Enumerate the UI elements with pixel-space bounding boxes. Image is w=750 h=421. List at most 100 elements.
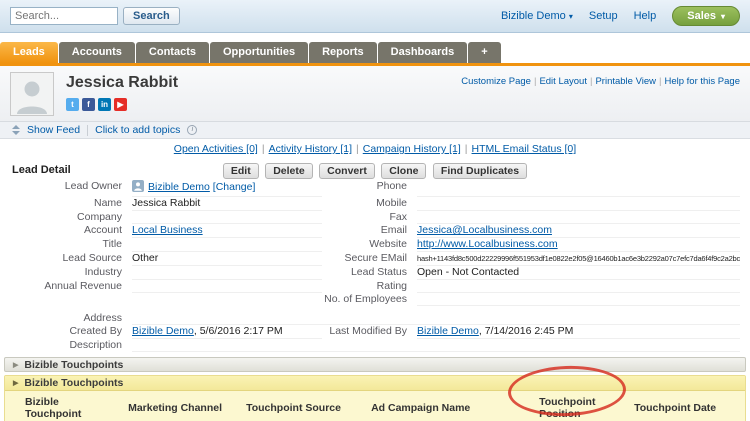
- field-value-website: http://www.Localbusiness.com: [417, 238, 740, 252]
- tab-dashboards[interactable]: Dashboards: [377, 42, 468, 63]
- linkedin-icon[interactable]: in: [98, 98, 111, 111]
- user-avatar-icon: [132, 180, 144, 196]
- field-label-created-by: Created By: [69, 325, 122, 337]
- col-touchpoint-date: Touchpoint Date: [628, 393, 745, 421]
- tab-add[interactable]: +: [468, 42, 501, 63]
- field-value-lead-owner: Bizible Demo [Change]: [132, 180, 322, 197]
- campaign-history-link[interactable]: Campaign History [1]: [363, 143, 461, 155]
- field-value-account: Local Business: [132, 224, 322, 238]
- delete-button[interactable]: Delete: [265, 163, 313, 179]
- app-menu-button[interactable]: Sales ▾: [672, 6, 740, 26]
- field-label-lead-owner: Lead Owner: [64, 180, 122, 192]
- last-modified-by-link[interactable]: Bizible Demo: [417, 325, 479, 337]
- field-row: Industry Lead Status Open - Not Contacte…: [10, 266, 740, 280]
- separator: |: [533, 76, 537, 87]
- related-list-links: Open Activities [0] | Activity History [1]…: [0, 139, 750, 160]
- field-label-lead-status: Lead Status: [350, 266, 407, 278]
- field-label-lead-source: Lead Source: [62, 252, 122, 264]
- twitter-icon[interactable]: t: [66, 98, 79, 111]
- field-value-fax: [417, 211, 740, 224]
- salesforce-lead-page: Search Bizible Demo ▾ Setup Help Sales▾ …: [0, 0, 750, 421]
- field-row: Lead Source Other Secure EMail hash+1143…: [10, 252, 740, 266]
- created-date: , 5/6/2016 2:17 PM: [193, 325, 283, 337]
- tab-accounts[interactable]: Accounts: [58, 42, 135, 63]
- setup-link[interactable]: Setup: [589, 10, 618, 22]
- field-label-company: Company: [77, 211, 122, 223]
- created-by-link[interactable]: Bizible Demo: [132, 325, 194, 337]
- edit-layout-link[interactable]: Edit Layout: [539, 76, 587, 87]
- col-marketing-channel: Marketing Channel: [122, 393, 241, 421]
- tab-leads[interactable]: Leads: [0, 42, 58, 63]
- field-row: Name Jessica Rabbit Mobile: [10, 197, 740, 211]
- field-label-phone: Phone: [376, 180, 407, 192]
- field-value-no-of-employees: [417, 293, 740, 306]
- edit-button[interactable]: Edit: [222, 163, 259, 179]
- avatar: [10, 72, 54, 116]
- customize-page-link[interactable]: Customize Page: [461, 76, 531, 87]
- global-header: Search Bizible Demo ▾ Setup Help Sales ▾: [0, 0, 750, 33]
- col-ad-campaign-name: Ad Campaign Name: [365, 393, 534, 421]
- person-silhouette-icon: [11, 73, 53, 115]
- clone-button[interactable]: Clone: [381, 163, 427, 179]
- field-row: Lead Owner Bizible Demo [Change] Phone: [10, 180, 740, 197]
- social-icons: t f in ▶: [66, 98, 178, 111]
- change-owner-link[interactable]: [Change]: [213, 181, 256, 193]
- facebook-icon[interactable]: f: [82, 98, 95, 111]
- touchpoints-table: Bizible Touchpoint Marketing Channel Tou…: [5, 393, 745, 421]
- separator: |: [356, 143, 359, 155]
- field-label-description: Description: [69, 339, 122, 351]
- search-button[interactable]: Search: [123, 7, 180, 25]
- tab-reports[interactable]: Reports: [309, 42, 377, 63]
- help-for-page-link[interactable]: Help for this Page: [664, 76, 740, 87]
- field-row: Annual Revenue Rating: [10, 280, 740, 293]
- field-label-address: Address: [83, 312, 122, 324]
- field-row: Title Website http://www.Localbusiness.c…: [10, 238, 740, 252]
- table-header-row: Bizible Touchpoint Marketing Channel Tou…: [5, 393, 745, 421]
- global-search: Search: [10, 7, 180, 25]
- section-bizible-touchpoints[interactable]: ▶ Bizible Touchpoints: [5, 376, 745, 391]
- field-value-email: Jessica@Localbusiness.com: [417, 224, 740, 238]
- field-value-rating: [417, 280, 740, 293]
- page-tools: Customize Page | Edit Layout | Printable Vie…: [461, 76, 740, 87]
- field-label-blank: [10, 293, 132, 306]
- add-topics-link[interactable]: Click to add topics: [95, 124, 180, 136]
- search-input[interactable]: [10, 7, 118, 25]
- printable-view-link[interactable]: Printable View: [595, 76, 656, 87]
- show-feed-link[interactable]: Show Feed: [27, 124, 80, 136]
- activity-history-link[interactable]: Activity History [1]: [269, 143, 352, 155]
- field-row: Company Fax: [10, 211, 740, 224]
- field-row: Account Local Business Email Jessica@Loc…: [10, 224, 740, 238]
- separator: |: [659, 76, 662, 87]
- field-label-industry: Industry: [84, 266, 122, 278]
- account-link[interactable]: Local Business: [132, 224, 203, 236]
- app-menu-label: Sales: [687, 10, 716, 22]
- website-link[interactable]: http://www.Localbusiness.com: [417, 238, 558, 250]
- field-label-title: Title: [102, 238, 122, 250]
- tab-contacts[interactable]: Contacts: [135, 42, 209, 63]
- field-row: Created By Bizible Demo, 5/6/2016 2:17 P…: [10, 325, 740, 339]
- field-row: Address: [10, 312, 740, 325]
- tab-opportunities[interactable]: Opportunities: [209, 42, 309, 63]
- chevron-down-icon: ▾: [720, 11, 725, 21]
- help-link[interactable]: Help: [634, 10, 657, 22]
- field-value-last-modified-by: Bizible Demo, 7/14/2016 2:45 PM: [417, 325, 740, 339]
- section-bizible-touchpoints-quicklink[interactable]: ▶ Bizible Touchpoints: [4, 357, 746, 372]
- user-menu[interactable]: Bizible Demo ▾: [501, 10, 573, 22]
- info-icon[interactable]: i: [187, 125, 198, 135]
- html-email-status-link[interactable]: HTML Email Status [0]: [472, 143, 577, 155]
- lead-owner-link[interactable]: Bizible Demo: [148, 181, 210, 193]
- separator: |: [261, 143, 265, 155]
- section-title: Bizible Touchpoints: [24, 377, 124, 389]
- header-right: Bizible Demo ▾ Setup Help Sales ▾: [501, 6, 740, 26]
- find-duplicates-button[interactable]: Find Duplicates: [432, 163, 528, 179]
- section-title-lead-detail: Lead Detail: [12, 164, 71, 176]
- field-label-last-modified-by: Last Modified By: [329, 325, 407, 337]
- open-activities-link[interactable]: Open Activities [0]: [174, 143, 258, 155]
- field-label-website: Website: [369, 238, 407, 250]
- convert-button[interactable]: Convert: [319, 163, 375, 179]
- email-link[interactable]: Jessica@Localbusiness.com: [417, 224, 552, 236]
- field-value-description: [132, 339, 740, 352]
- feed-row: Show Feed Click to add topics i: [0, 122, 750, 139]
- youtube-icon[interactable]: ▶: [114, 98, 127, 111]
- field-value-secure-email: hash+1143fd8c500d22229996f551953df1e0822…: [417, 252, 740, 266]
